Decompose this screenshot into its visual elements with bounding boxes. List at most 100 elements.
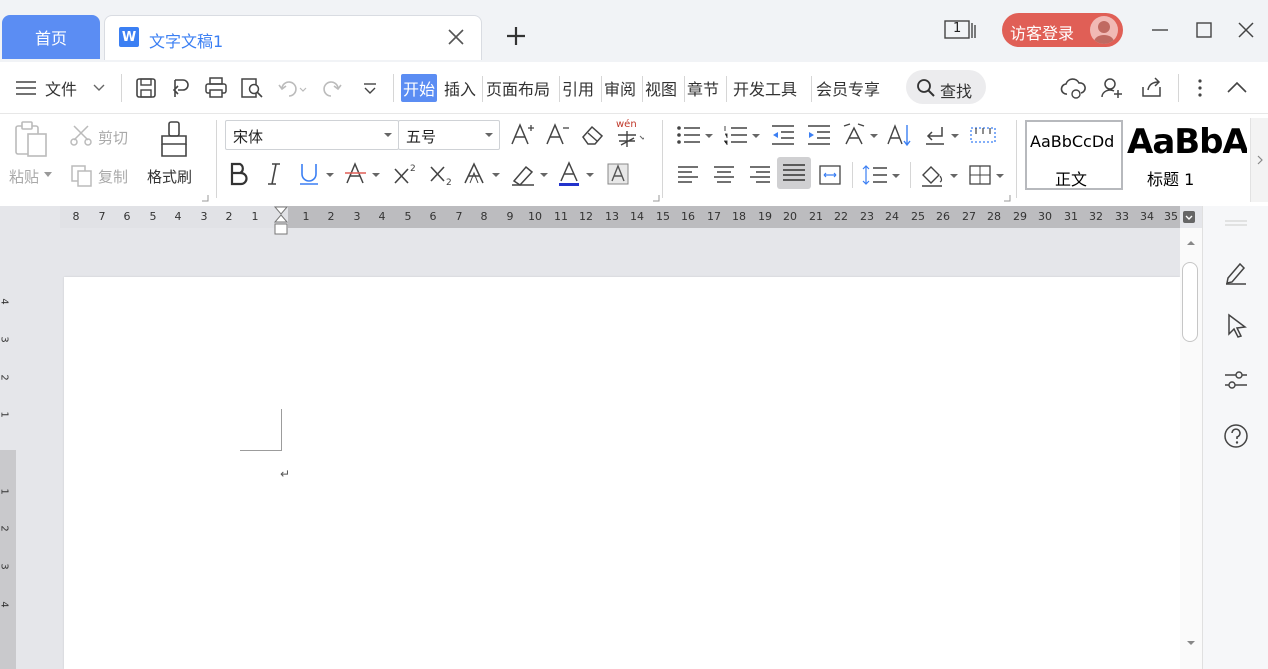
add-tab-icon[interactable] xyxy=(506,26,526,46)
font-size-select[interactable]: 五号 xyxy=(398,120,500,150)
more-quick-access-icon[interactable] xyxy=(362,82,378,96)
tab-view[interactable]: 视图 xyxy=(645,76,677,100)
copy-icon[interactable] xyxy=(70,164,94,188)
copy-button[interactable]: 复制 xyxy=(98,166,128,187)
tab-stops-icon[interactable] xyxy=(970,124,996,146)
decrease-indent-icon[interactable] xyxy=(770,124,796,146)
tab-review[interactable]: 审阅 xyxy=(604,76,636,100)
align-left-icon[interactable] xyxy=(676,164,700,186)
redo-icon[interactable] xyxy=(322,79,344,99)
tab-document[interactable]: W 文字文稿1 xyxy=(104,15,482,60)
undo-icon[interactable] xyxy=(278,79,308,99)
format-painter-button[interactable]: 格式刷 xyxy=(147,166,192,187)
clipboard-launcher-icon[interactable] xyxy=(201,194,209,202)
vertical-scrollbar[interactable] xyxy=(1180,228,1202,669)
collapse-ribbon-icon[interactable] xyxy=(1226,80,1248,94)
italic-icon[interactable] xyxy=(264,161,284,187)
menu-icon[interactable] xyxy=(16,80,36,96)
maximize-icon[interactable] xyxy=(1194,20,1214,40)
highlight-color-icon[interactable] xyxy=(510,161,552,187)
increase-font-size-icon[interactable] xyxy=(510,122,536,148)
tab-references[interactable]: 引用 xyxy=(562,76,594,100)
subscript-icon[interactable]: 2 xyxy=(428,161,456,187)
tab-start[interactable]: 开始 xyxy=(401,74,438,102)
page-count-icon[interactable]: 1 xyxy=(944,20,976,40)
text-effects-icon[interactable] xyxy=(462,161,504,187)
character-shading-icon[interactable] xyxy=(606,161,632,187)
scrollbar-thumb[interactable] xyxy=(1182,262,1198,342)
indent-marker-icon[interactable] xyxy=(274,206,288,236)
edit-pen-icon[interactable] xyxy=(1223,259,1249,285)
sort-icon[interactable] xyxy=(886,122,912,148)
borders-icon[interactable] xyxy=(968,164,1008,186)
ruler-number: 10 xyxy=(528,210,542,223)
select-pointer-icon[interactable] xyxy=(1225,313,1249,339)
help-icon[interactable] xyxy=(1223,423,1249,449)
tab-insert[interactable]: 插入 xyxy=(444,76,476,100)
tab-chapter[interactable]: 章节 xyxy=(687,76,719,100)
file-menu-chevron-icon[interactable] xyxy=(93,84,105,92)
kebab-menu-icon[interactable] xyxy=(1192,78,1208,98)
cut-icon[interactable] xyxy=(70,124,94,146)
export-icon[interactable] xyxy=(170,77,192,99)
paste-options-chevron-icon[interactable] xyxy=(44,172,52,178)
cut-button[interactable]: 剪切 xyxy=(98,127,128,148)
print-icon[interactable] xyxy=(204,77,228,99)
collaborate-user-icon[interactable] xyxy=(1100,77,1124,99)
increase-indent-icon[interactable] xyxy=(806,124,832,146)
chinese-layout-icon[interactable] xyxy=(840,122,880,148)
decrease-font-size-icon[interactable] xyxy=(545,122,571,148)
close-window-icon[interactable] xyxy=(1236,20,1256,40)
paste-icon[interactable] xyxy=(13,120,49,158)
align-center-icon[interactable] xyxy=(712,164,736,186)
tab-home[interactable]: 首页 xyxy=(2,15,100,59)
file-menu[interactable]: 文件 xyxy=(45,76,77,100)
paste-button[interactable]: 粘贴 xyxy=(9,166,39,187)
guest-login-button[interactable]: 访客登录 xyxy=(1002,13,1123,47)
phonetic-guide-icon[interactable]: wén xyxy=(614,119,644,149)
font-size-chevron-icon xyxy=(485,133,493,137)
justify-icon[interactable] xyxy=(777,157,811,189)
vruler-number: 3 xyxy=(0,336,10,342)
font-color-icon[interactable] xyxy=(558,161,598,187)
tab-member-exclusive[interactable]: 会员专享 xyxy=(816,76,880,100)
underline-icon[interactable] xyxy=(298,161,338,187)
style-normal[interactable]: AaBbCcDd 正文 xyxy=(1025,120,1123,190)
font-name-select[interactable]: 宋体 xyxy=(225,120,399,150)
horizontal-ruler[interactable]: 8 7 6 5 4 3 2 1 1 2 3 4 5 6 7 8 9 10 11 … xyxy=(0,206,1268,235)
format-painter-icon[interactable] xyxy=(158,120,190,160)
vertical-ruler[interactable]: 4 3 2 1 1 2 3 4 xyxy=(0,228,16,669)
line-spacing-icon[interactable] xyxy=(862,164,902,186)
ruler-number: 20 xyxy=(783,210,797,223)
strikethrough-icon[interactable] xyxy=(344,161,384,187)
scroll-up-icon[interactable] xyxy=(1186,240,1196,246)
numbered-list-icon[interactable] xyxy=(722,124,762,146)
clear-formatting-icon[interactable] xyxy=(580,123,606,147)
bullet-list-icon[interactable] xyxy=(676,124,716,146)
cloud-sync-icon[interactable] xyxy=(1060,76,1086,100)
align-right-icon[interactable] xyxy=(748,164,772,186)
bold-icon[interactable] xyxy=(228,161,250,187)
tab-page-layout[interactable]: 页面布局 xyxy=(486,76,550,100)
save-icon[interactable] xyxy=(135,77,157,99)
print-preview-icon[interactable] xyxy=(240,77,264,99)
document-page[interactable]: ↵ xyxy=(64,277,1180,669)
font-settings-launcher-icon[interactable] xyxy=(652,194,660,202)
ruler-number: 14 xyxy=(630,210,644,223)
style-heading-1[interactable]: AaBbA 标题 1 xyxy=(1125,120,1247,190)
minimize-icon[interactable] xyxy=(1150,20,1170,40)
share-icon[interactable] xyxy=(1140,77,1164,99)
styles-gallery-scroll[interactable] xyxy=(1250,118,1268,202)
superscript-icon[interactable]: 2 xyxy=(392,161,420,187)
close-tab-icon[interactable] xyxy=(445,26,467,48)
paragraph-settings-launcher-icon[interactable] xyxy=(1003,194,1011,202)
ruler-toggle-icon[interactable] xyxy=(1182,210,1196,224)
paragraph-shading-icon[interactable] xyxy=(920,164,960,188)
ruler-number: 22 xyxy=(834,210,848,223)
show-hide-marks-icon[interactable] xyxy=(922,124,962,146)
search-button[interactable]: 查找 xyxy=(906,70,986,104)
tab-developer-tools[interactable]: 开发工具 xyxy=(733,76,797,100)
distributed-align-icon[interactable] xyxy=(818,164,842,186)
scroll-down-icon[interactable] xyxy=(1186,640,1196,646)
settings-sliders-icon[interactable] xyxy=(1223,367,1249,393)
